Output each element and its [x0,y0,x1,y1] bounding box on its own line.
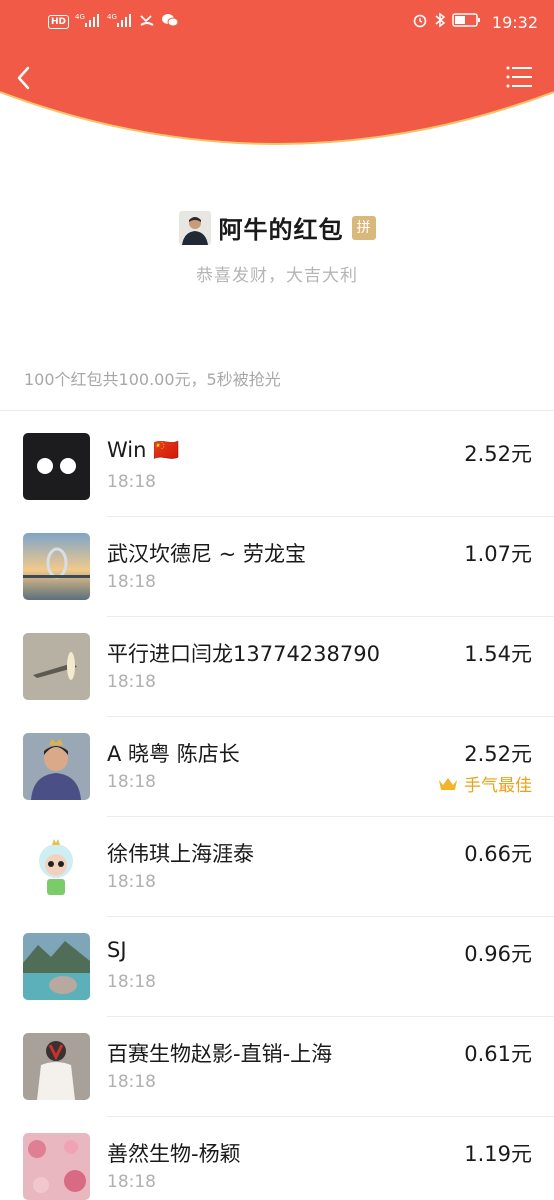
recipient-list: Win 🇨🇳 18:18 2.52元 武汉坎德尼 ~ 劳龙宝 18:18 1.0… [0,417,554,1200]
recipient-time: 18:18 [107,472,156,492]
back-button[interactable] [8,60,44,96]
list-item[interactable]: 平行进口闫龙13774238790 18:18 1.54元 [0,617,554,717]
status-bar: HD 4G 4G 19:32 [0,0,554,44]
list-item[interactable]: Win 🇨🇳 18:18 2.52元 [0,417,554,517]
divider [0,410,554,411]
status-left: HD 4G 4G [48,12,179,32]
svg-text:4G: 4G [107,13,117,21]
menu-button[interactable] [504,62,534,92]
recipient-time: 18:18 [107,872,156,892]
best-luck-text: 手气最佳 [464,776,532,796]
status-right: 19:32 [412,12,538,32]
avatar [23,833,90,900]
hd-badge: HD [48,15,70,29]
best-luck-label: 手气最佳 [438,771,532,796]
recipient-name: 平行进口闫龙13774238790 [107,642,380,666]
pin-badge: 拼 [351,215,376,240]
svg-text:4G: 4G [75,13,85,21]
recipient-amount: 1.07元 [464,542,532,566]
recipient-name: A 晓粤 陈店长 [107,742,240,766]
avatar [23,633,90,700]
alarm-icon [412,12,428,32]
sender-name: 阿牛的红包 [218,216,344,244]
battery-icon [452,12,482,32]
recipient-name: Win 🇨🇳 [107,438,180,462]
list-item[interactable]: SJ 18:18 0.96元 [0,917,554,1017]
recipient-amount: 1.19元 [464,1142,532,1166]
recipient-time: 18:18 [107,672,156,692]
avatar [23,1133,90,1200]
recipient-amount: 0.96元 [464,942,532,966]
avatar [23,433,90,500]
signal-icon-2: 4G [107,12,133,32]
recipient-name: 百赛生物赵影-直销-上海 [107,1042,333,1066]
avatar [23,533,90,600]
sender-info: 阿牛的红包 拼 [0,210,554,245]
list-item[interactable]: 善然生物-杨颖 18:18 1.19元 [0,1117,554,1200]
list-item[interactable]: A 晓粤 陈店长 18:18 2.52元 手气最佳 [0,717,554,817]
bluetooth-icon [434,12,446,32]
recipient-amount: 1.54元 [464,642,532,666]
signal-icon: 4G [75,12,101,32]
chevron-left-icon [17,66,30,90]
list-item[interactable]: 百赛生物赵影-直销-上海 18:18 0.61元 [0,1017,554,1117]
sender-avatar[interactable] [178,210,211,245]
recipient-time: 18:18 [107,972,156,992]
avatar [23,733,90,800]
recipient-amount: 0.61元 [464,1042,532,1066]
recipient-name: 徐伟琪上海涯泰 [107,842,254,866]
blessing-text: 恭喜发财，大吉大利 [196,266,358,286]
list-item[interactable]: 武汉坎德尼 ~ 劳龙宝 18:18 1.07元 [0,517,554,617]
recipient-time: 18:18 [107,772,156,792]
envelope-summary: 100个红包共100.00元，5秒被抢光 [24,370,281,389]
list-item[interactable]: 徐伟琪上海涯泰 18:18 0.66元 [0,817,554,917]
avatar [23,1033,90,1100]
recipient-time: 18:18 [107,1072,156,1092]
recipient-name: 善然生物-杨颖 [107,1142,241,1166]
wechat-icon [161,12,179,32]
list-menu-icon [506,66,532,88]
recipient-name: 武汉坎德尼 ~ 劳龙宝 [107,542,306,566]
missed-call-icon [139,12,155,32]
recipient-time: 18:18 [107,1172,156,1192]
recipient-time: 18:18 [107,572,156,592]
recipient-name: SJ [107,938,127,962]
crown-icon [439,777,457,790]
clock-time: 19:32 [491,12,538,32]
recipient-amount: 2.52元 [464,742,532,766]
recipient-amount: 2.52元 [464,442,532,466]
avatar [23,933,90,1000]
recipient-amount: 0.66元 [464,842,532,866]
